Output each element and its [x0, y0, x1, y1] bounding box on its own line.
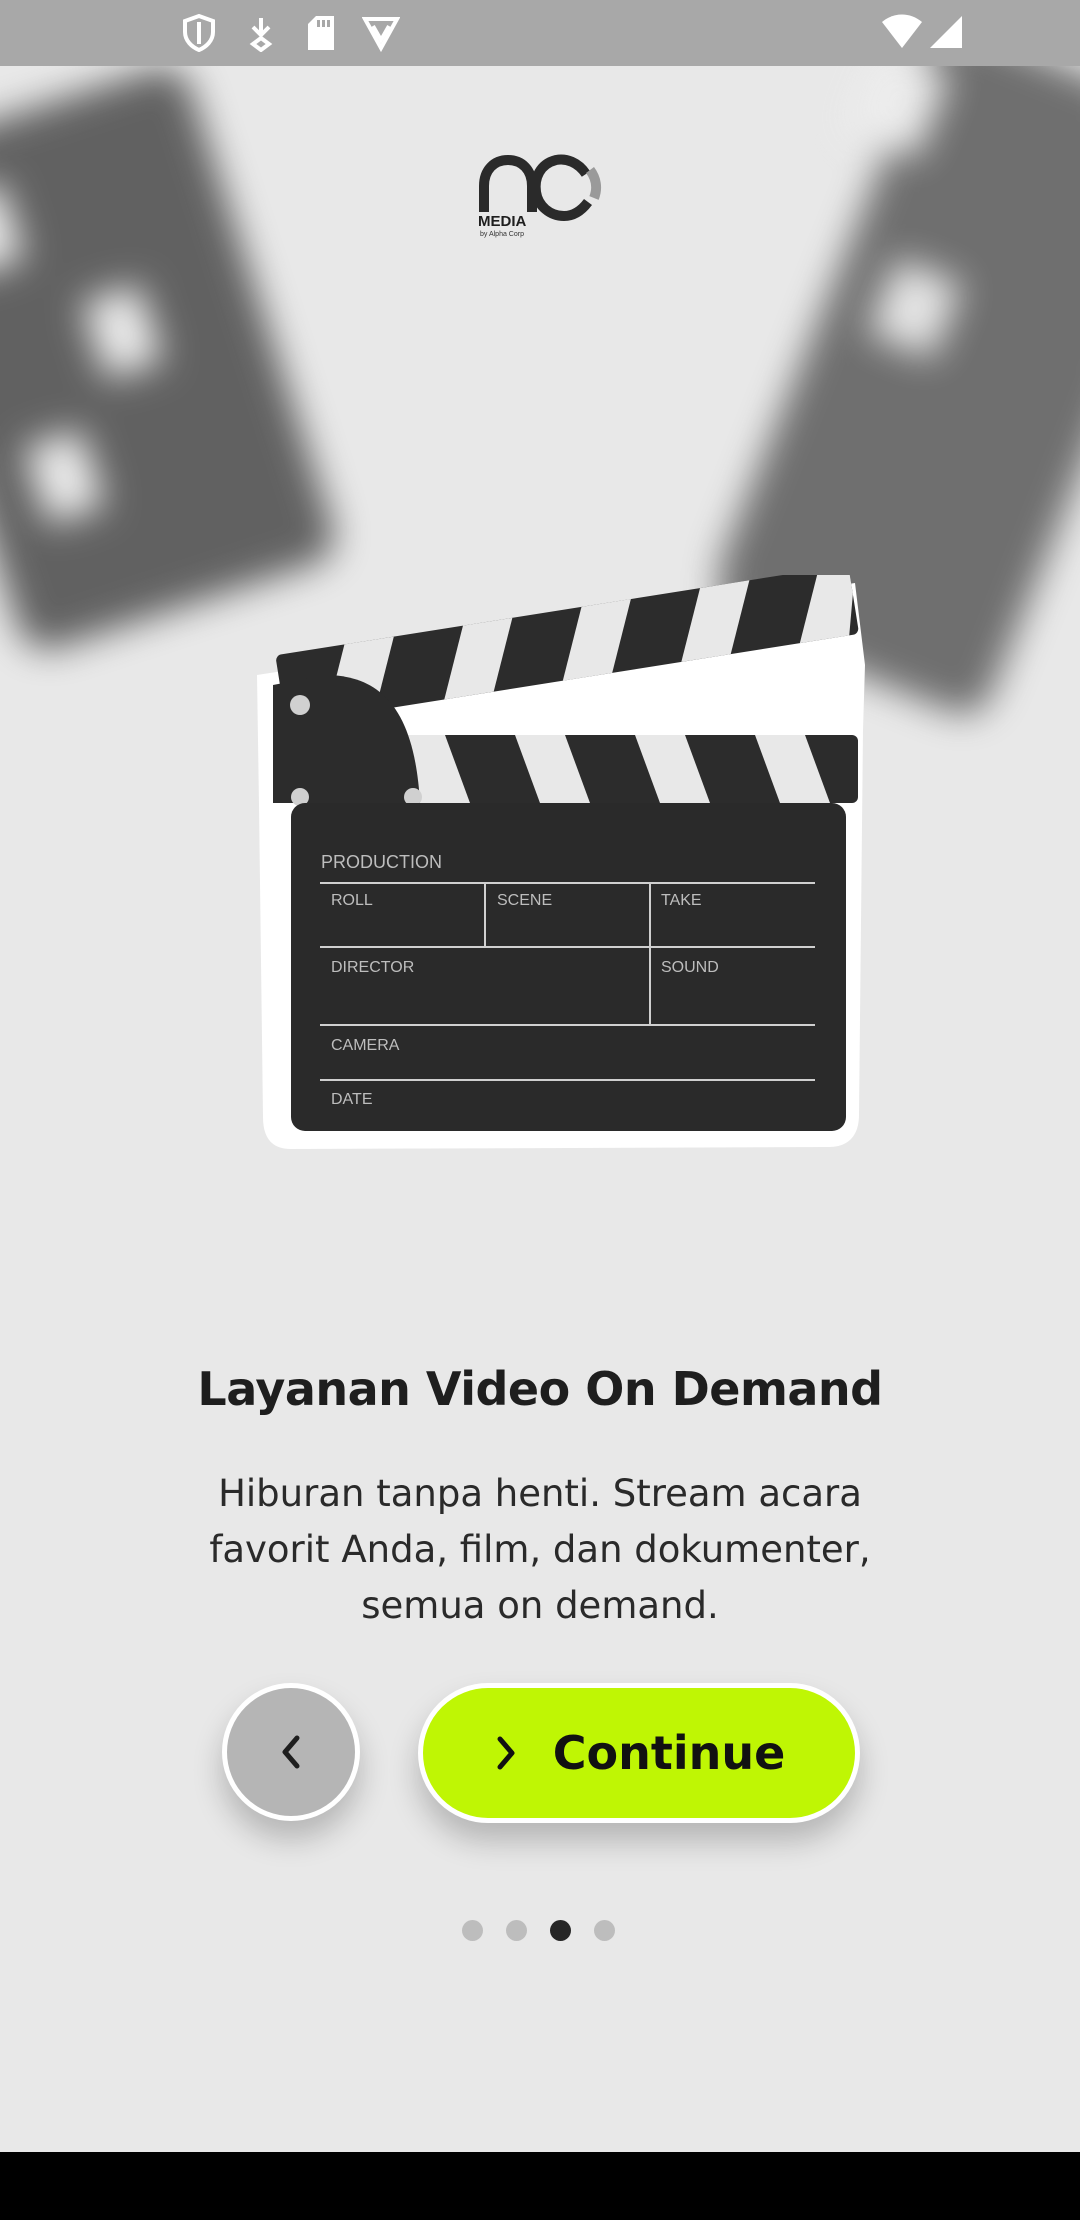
page-dot-4 — [594, 1920, 615, 1941]
clapper-scene-label: SCENE — [497, 892, 552, 909]
page-indicator — [462, 1920, 615, 1941]
system-navigation-bar — [0, 2152, 1080, 2220]
clapper-take-label: TAKE — [661, 892, 702, 909]
onboarding-screen: MEDIA by Alpha Corp PRODUCTION ROLL SCEN… — [0, 0, 1080, 2152]
onboarding-title: Layanan Video On Demand — [197, 1362, 883, 1416]
chevron-right-icon — [493, 1733, 519, 1773]
clapper-date-label: DATE — [331, 1091, 372, 1108]
page-dot-1 — [462, 1920, 483, 1941]
vpn-shield-icon — [362, 17, 400, 52]
shield-icon — [183, 14, 215, 52]
clapperboard-illustration: PRODUCTION ROLL SCENE TAKE DIRECTOR SOUN… — [257, 575, 865, 1149]
logo-wordmark: MEDIA — [478, 213, 527, 230]
clapper-camera-label: CAMERA — [331, 1037, 400, 1054]
clapper-director-label: DIRECTOR — [331, 959, 414, 976]
page-dot-2 — [506, 1920, 527, 1941]
back-button[interactable] — [222, 1683, 360, 1821]
onboarding-description: Hiburan tanpa henti. Stream acara favori… — [209, 1472, 871, 1627]
brand-logo: MEDIA by Alpha Corp — [478, 154, 602, 238]
download-icon — [249, 18, 273, 52]
chevron-left-icon — [282, 1735, 300, 1769]
clapper-roll-label: ROLL — [331, 892, 373, 909]
sd-card-icon — [308, 16, 334, 50]
continue-button-label: Continue — [552, 1726, 786, 1780]
clapper-production-label: PRODUCTION — [321, 852, 442, 872]
status-bar — [0, 0, 1080, 66]
logo-tagline: by Alpha Corp — [480, 231, 524, 238]
signal-icon — [930, 16, 962, 48]
wifi-icon — [882, 14, 922, 48]
clapper-sound-label: SOUND — [661, 959, 719, 976]
page-dot-3-active — [550, 1920, 571, 1941]
continue-button[interactable]: Continue — [418, 1683, 860, 1823]
